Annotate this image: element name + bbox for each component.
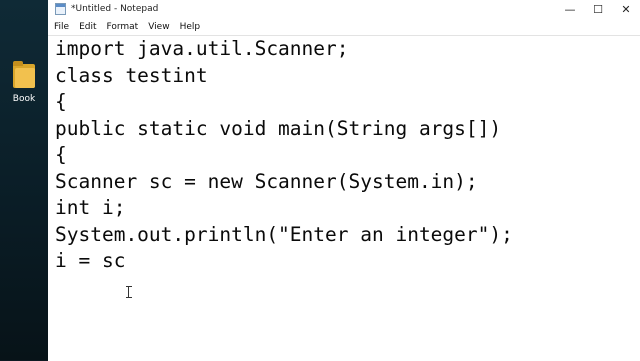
notepad-icon (55, 3, 66, 15)
notepad-window: *Untitled - Notepad — ☐ ✕ File Edit Form… (48, 0, 640, 361)
code-line: class testint (55, 63, 208, 87)
menu-file[interactable]: File (54, 22, 69, 32)
menu-format[interactable]: Format (107, 22, 139, 32)
desktop-folder-book[interactable]: Book (4, 60, 44, 104)
folder-icon (13, 60, 35, 88)
close-button[interactable]: ✕ (612, 0, 640, 18)
code-line: i = sc (55, 249, 126, 272)
minimize-button[interactable]: — (556, 0, 584, 18)
code-line: Scanner sc = new Scanner(System.in); (55, 169, 478, 193)
code-line: import java.util.Scanner; (55, 37, 349, 60)
maximize-button[interactable]: ☐ (584, 0, 612, 18)
text-editor[interactable]: import java.util.Scanner; class testint … (48, 35, 640, 361)
code-line: { (55, 143, 67, 166)
title-bar[interactable]: *Untitled - Notepad — ☐ ✕ (48, 0, 640, 18)
code-line: System.out.println("Enter an integer"); (55, 222, 513, 246)
code-line: public static void main(String args[]) (55, 116, 502, 140)
desktop: Book (0, 0, 48, 360)
code-line: { (55, 90, 67, 113)
window-title: *Untitled - Notepad (71, 4, 159, 14)
window-controls: — ☐ ✕ (556, 0, 640, 18)
desktop-folder-label: Book (12, 94, 36, 104)
menu-help[interactable]: Help (180, 22, 201, 32)
menu-edit[interactable]: Edit (79, 22, 96, 32)
ibeam-cursor-icon (126, 286, 132, 298)
code-line: int i; (55, 196, 126, 219)
menu-view[interactable]: View (148, 22, 169, 32)
menu-bar: File Edit Format View Help (48, 18, 640, 35)
